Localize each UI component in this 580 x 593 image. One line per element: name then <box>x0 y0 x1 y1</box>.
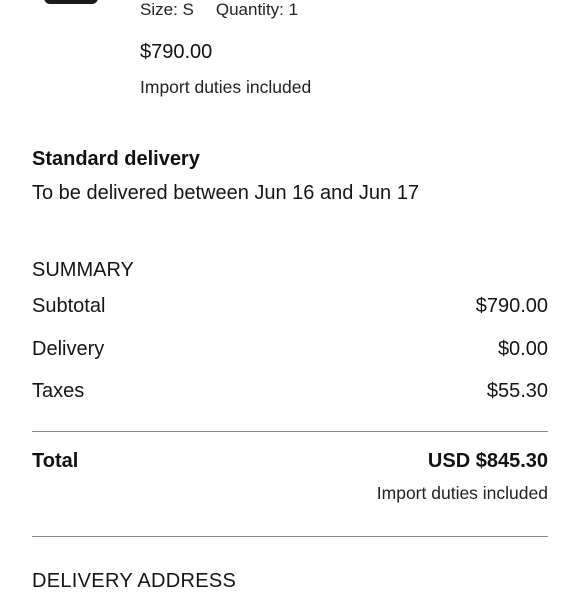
item-attributes: Size: S Quantity: 1 <box>140 0 298 20</box>
delivery-cost-label: Delivery <box>32 338 105 360</box>
product-thumbnail[interactable] <box>44 0 98 4</box>
subtotal-row: Subtotal $790.00 <box>32 295 548 318</box>
total-value: USD $845.30 <box>427 450 548 472</box>
item-quantity: Quantity: 1 <box>215 0 299 19</box>
total-duties-note: Import duties included <box>376 483 548 503</box>
delivery-address-heading: DELIVERY ADDRESS <box>32 570 237 592</box>
total-label: Total <box>32 450 79 472</box>
item-size: Size: S <box>140 0 194 19</box>
total-row: Total USD $845.30 <box>32 450 548 473</box>
item-price: $790.00 <box>140 41 213 63</box>
delivery-cost-value: $0.00 <box>497 338 548 360</box>
taxes-row: Taxes $55.30 <box>32 380 548 403</box>
address-divider <box>32 536 548 537</box>
delivery-window: To be delivered between Jun 16 and Jun 1… <box>32 182 419 204</box>
taxes-value: $55.30 <box>486 380 548 402</box>
taxes-label: Taxes <box>32 380 85 402</box>
delivery-method-title: Standard delivery <box>32 148 200 170</box>
item-duties-note: Import duties included <box>140 77 312 97</box>
summary-heading: SUMMARY <box>32 259 134 281</box>
subtotal-label: Subtotal <box>32 295 106 317</box>
subtotal-value: $790.00 <box>475 295 548 317</box>
summary-divider <box>32 431 548 432</box>
delivery-cost-row: Delivery $0.00 <box>32 338 548 361</box>
